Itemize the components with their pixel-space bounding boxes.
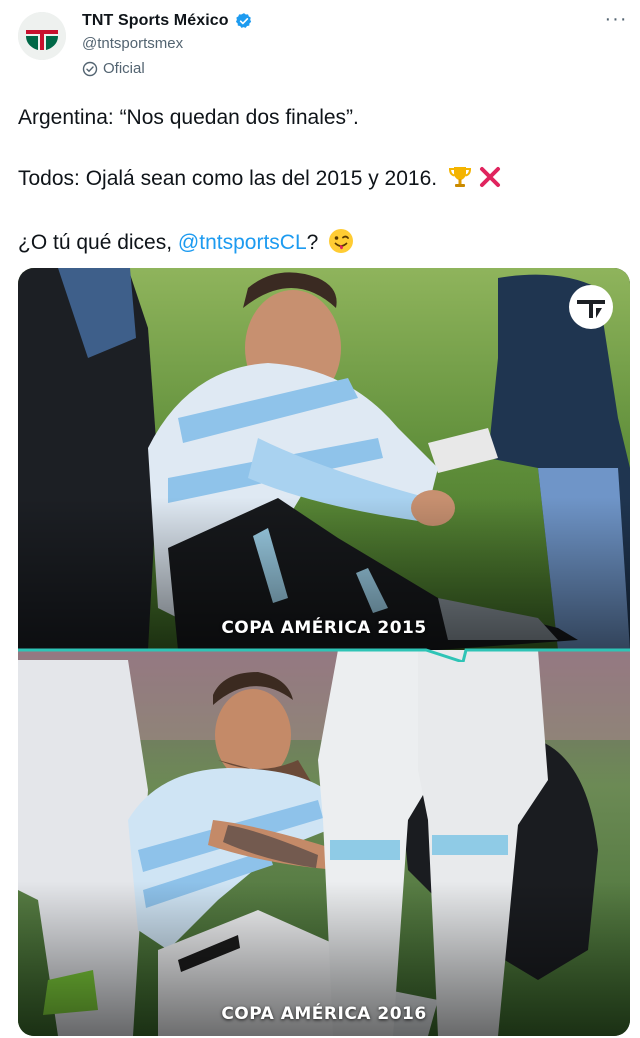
tweet-line-1: Argentina: “Nos quedan dos finales”. [18,106,359,129]
tnt-avatar-logo-icon [18,12,66,60]
handle[interactable]: @tntsportsmex [82,35,183,52]
avatar[interactable] [18,12,66,60]
photo-2016-illustration [18,650,630,1036]
tweet-line-3: ¿O tú qué dices, @tntsportsCL? [18,228,354,257]
accent-divider [18,648,630,662]
tweet-line-2: Todos: Ojalá sean como las del 2015 y 20… [18,164,503,193]
name-row: TNT Sports México [82,12,253,30]
tnt-logo-icon [569,285,613,329]
official-label-row: Oficial [82,60,145,77]
cross-mark-emoji-icon [479,167,500,187]
photo-copa-america-2015[interactable] [18,268,630,650]
caption-2015: COPA AMÉRICA 2015 [221,618,427,638]
tweet-line-3-prefix: ¿O tú qué dices, [18,231,178,254]
tweet-line-2-text: Todos: Ojalá sean como las del 2015 y 20… [18,167,438,190]
official-label: Oficial [103,60,145,77]
trophy-emoji-icon [448,167,471,187]
tweet-media[interactable]: COPA AMÉRICA 2015 COPA AMÉRICA 2016 [18,268,630,1036]
photo-copa-america-2016[interactable] [18,650,630,1036]
verified-badge-icon [235,13,251,28]
display-name[interactable]: TNT Sports México [82,12,229,30]
official-check-icon [82,61,98,76]
more-options-icon[interactable]: ··· [604,9,628,34]
tweet-line-3-suffix: ? [306,231,319,254]
photo-2015-illustration [18,268,630,650]
winking-tongue-emoji-icon [329,229,354,253]
caption-2016: COPA AMÉRICA 2016 [221,1004,427,1024]
mention-link[interactable]: @tntsportsCL [178,231,307,254]
tweet-header: TNT Sports México @tntsportsmex Oficial … [0,0,640,90]
